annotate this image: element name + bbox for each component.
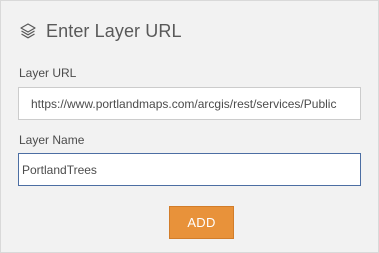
panel-header: Enter Layer URL: [18, 17, 182, 45]
layers-icon: [18, 22, 38, 40]
layer-name-label: Layer Name: [19, 133, 85, 147]
layer-url-input[interactable]: [18, 87, 361, 120]
add-button[interactable]: ADD: [169, 206, 234, 239]
panel-title: Enter Layer URL: [46, 20, 182, 41]
enter-layer-url-panel: Enter Layer URL Layer URL Layer Name ADD: [0, 0, 379, 253]
layer-name-input[interactable]: [18, 153, 361, 186]
layer-url-label: Layer URL: [19, 66, 77, 80]
